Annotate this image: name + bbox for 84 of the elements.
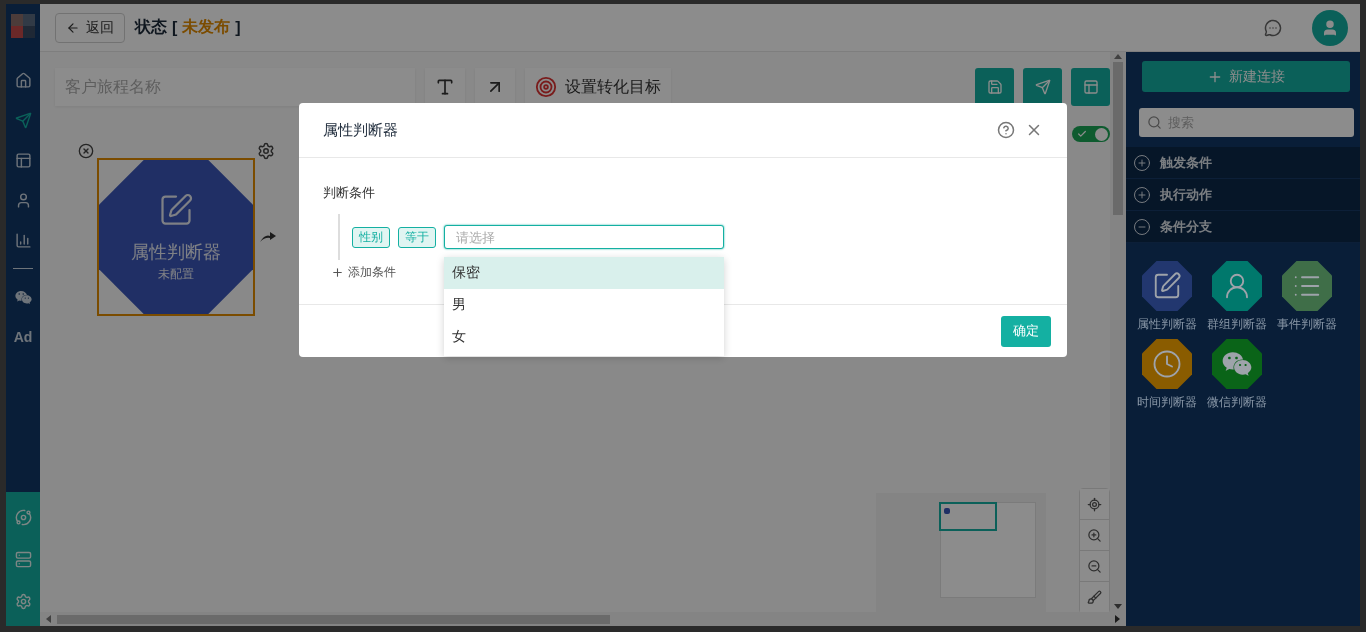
dropdown-option[interactable]: 女 <box>444 321 724 353</box>
condition-tag: 等于 <box>398 226 436 248</box>
avatar[interactable] <box>1312 9 1348 46</box>
paper-plane-icon[interactable] <box>14 111 32 129</box>
save-button[interactable] <box>975 68 1014 106</box>
save-icon <box>986 79 1003 95</box>
bracket: [ <box>172 18 178 37</box>
minimap-viewport[interactable] <box>939 502 997 531</box>
section-title: 执行动作 <box>1160 185 1212 204</box>
check-icon <box>1077 129 1087 139</box>
arrow-tool-button[interactable] <box>475 68 515 106</box>
section-header[interactable]: 执行动作 <box>1126 179 1360 211</box>
settings-icon[interactable] <box>257 142 275 160</box>
section-title: 触发条件 <box>1160 153 1212 172</box>
tile-label: 微信判断器 <box>1207 394 1267 411</box>
scroll-thumb[interactable] <box>57 615 610 624</box>
component-tile[interactable] <box>1142 339 1192 389</box>
scroll-up-icon[interactable] <box>1114 54 1122 59</box>
minimap-node <box>944 508 950 514</box>
server-icon[interactable] <box>14 550 32 568</box>
tile-label: 时间判断器 <box>1137 394 1197 411</box>
layout-icon[interactable] <box>14 151 32 169</box>
user-icon <box>1321 18 1339 37</box>
status-label: 未发布 <box>182 17 231 37</box>
network-icon[interactable] <box>14 508 32 526</box>
scroll-left-icon[interactable] <box>46 615 51 623</box>
toggle-switch[interactable] <box>1072 126 1110 142</box>
bracket: ] <box>235 18 241 37</box>
text-icon <box>435 77 455 97</box>
scroll-right-icon[interactable] <box>1115 615 1120 623</box>
back-button[interactable]: 返回 <box>55 12 125 43</box>
bar-chart-icon[interactable] <box>14 231 32 249</box>
help-icon[interactable] <box>997 121 1015 139</box>
edit-icon <box>158 191 194 228</box>
add-condition-button[interactable]: 添加条件 <box>331 264 396 281</box>
condition-tag: 性别 <box>352 226 390 248</box>
dialog-title: 属性判断器 <box>323 120 399 140</box>
wechat-icon <box>1222 349 1252 379</box>
node-title: 属性判断器 <box>131 240 221 264</box>
section-label: 判断条件 <box>323 184 376 202</box>
component-tile[interactable] <box>1212 339 1262 389</box>
zoom-out-icon <box>1087 558 1102 574</box>
layout-icon <box>1082 79 1099 95</box>
text-tool-button[interactable] <box>425 68 465 106</box>
value-select[interactable]: 请选择 <box>444 225 724 249</box>
tile-label: 事件判断器 <box>1277 316 1337 333</box>
chat-icon[interactable] <box>1264 18 1282 37</box>
horizontal-scrollbar[interactable] <box>40 612 1126 626</box>
close-icon[interactable] <box>78 143 94 159</box>
new-connection-button[interactable]: 新建连接 <box>1142 61 1350 92</box>
wechat-icon[interactable] <box>14 288 32 306</box>
confirm-button[interactable]: 确定 <box>1001 315 1051 347</box>
plus-icon <box>331 266 344 279</box>
zoom-in-icon <box>1087 527 1102 543</box>
goal-button[interactable]: 设置转化目标 <box>525 68 671 106</box>
home-icon[interactable] <box>14 71 32 89</box>
page-title: 状态 <box>135 17 167 37</box>
tile-label: 群组判断器 <box>1207 316 1267 333</box>
brush-icon <box>1087 590 1102 605</box>
connector-arrow-icon[interactable] <box>259 230 277 244</box>
target-icon <box>535 76 557 98</box>
scroll-down-icon[interactable] <box>1114 604 1122 609</box>
component-tile[interactable] <box>1282 261 1332 311</box>
dropdown-option[interactable]: 男 <box>444 289 724 321</box>
search-icon <box>1147 115 1162 130</box>
tile-label: 属性判断器 <box>1137 316 1197 333</box>
component-tile[interactable] <box>1142 261 1192 311</box>
section-header[interactable]: 触发条件 <box>1126 147 1360 179</box>
ad-link[interactable]: Ad <box>13 329 33 345</box>
edit-icon <box>1152 271 1182 301</box>
crosshair-icon <box>1087 496 1102 512</box>
clock-icon <box>1152 349 1182 379</box>
logo-icon <box>9 12 37 40</box>
section-header[interactable]: 条件分支 <box>1126 211 1360 243</box>
condition-node[interactable]: 属性判断器 未配置 <box>99 160 253 314</box>
dropdown-option[interactable]: 保密 <box>444 257 724 289</box>
publish-button[interactable] <box>1023 68 1062 106</box>
component-tile[interactable] <box>1212 261 1262 311</box>
vertical-scrollbar[interactable] <box>1110 52 1126 612</box>
send-icon <box>1034 79 1051 95</box>
node-subtitle: 未配置 <box>158 265 194 283</box>
scroll-thumb[interactable] <box>1113 62 1123 215</box>
section-title: 条件分支 <box>1160 217 1212 236</box>
locate-button[interactable] <box>1080 489 1109 520</box>
